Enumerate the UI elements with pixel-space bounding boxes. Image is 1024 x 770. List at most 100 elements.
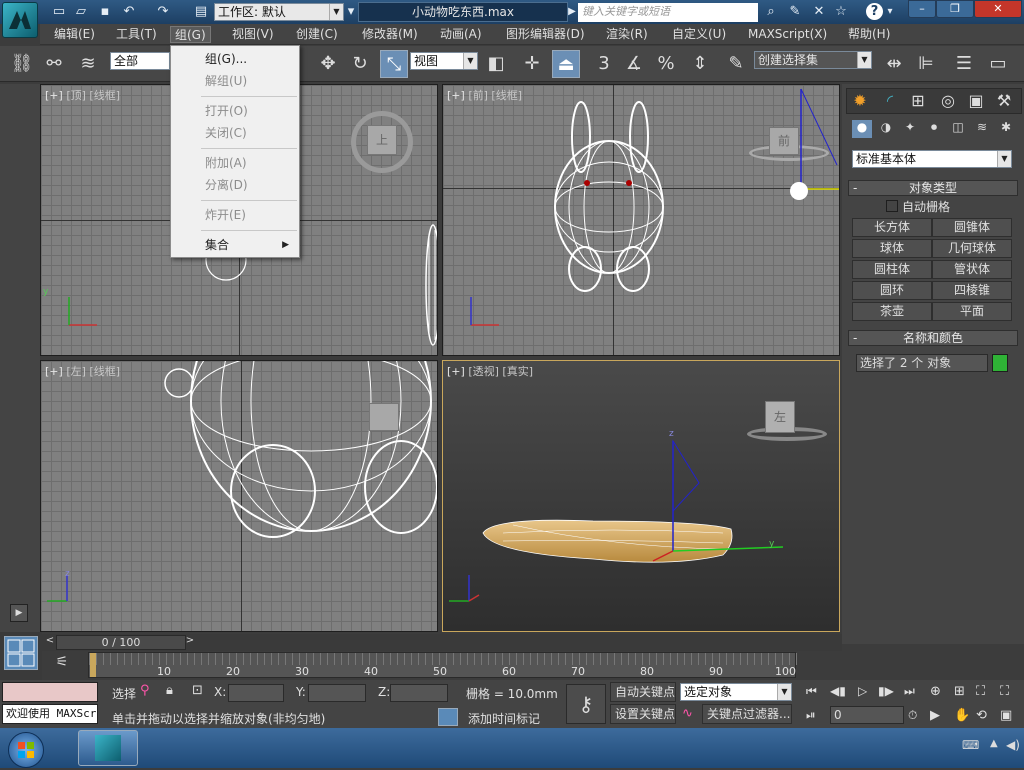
utilities-tab-icon[interactable]: ⚒ bbox=[993, 91, 1015, 111]
box-button[interactable]: 长方体 bbox=[852, 218, 932, 237]
menu-edit[interactable]: 编辑(E) bbox=[50, 26, 99, 43]
tray-arrow-icon[interactable]: ▲ bbox=[990, 738, 1002, 754]
ribbon-toggle-icon[interactable]: ▭ bbox=[984, 50, 1012, 78]
start-button[interactable] bbox=[8, 732, 44, 768]
viewport-perspective[interactable]: [+] [透视] [真实] 左 z y bbox=[442, 360, 840, 632]
pivot-center-icon[interactable]: ◧ bbox=[482, 50, 510, 78]
add-time-tag-button[interactable]: 添加时间标记 bbox=[468, 710, 540, 727]
cameras-icon[interactable]: ⏺ bbox=[924, 120, 944, 138]
viewport-top-label[interactable]: [+] [顶] [线框] bbox=[45, 87, 120, 103]
create-tab-icon[interactable]: ✹ bbox=[849, 91, 871, 111]
viewport-left[interactable]: [+] [左] [线框] z bbox=[40, 360, 438, 632]
named-selection-dropdown[interactable]: 创建选择集 ▼ bbox=[754, 51, 872, 69]
layer-manager-icon[interactable]: ☰ bbox=[950, 50, 978, 78]
shapes-icon[interactable]: ◑ bbox=[876, 120, 896, 138]
isolate-selection-icon[interactable]: ⚲ bbox=[140, 683, 150, 698]
unlink-icon[interactable]: ⚯ bbox=[40, 50, 68, 78]
select-and-scale-icon[interactable]: ⤡ bbox=[380, 50, 408, 78]
redo-icon[interactable]: ↷ bbox=[154, 3, 172, 21]
object-type-rollout[interactable]: - 对象类型 bbox=[848, 180, 1018, 196]
menu-modifiers[interactable]: 修改器(M) bbox=[358, 26, 422, 43]
zoom-icon[interactable]: ⊕ bbox=[930, 684, 941, 699]
y-coordinate-field[interactable] bbox=[308, 684, 366, 702]
menu-item-attach[interactable]: 附加(A) bbox=[173, 153, 297, 173]
menu-views[interactable]: 视图(V) bbox=[228, 26, 278, 43]
reference-coordinate-dropdown[interactable]: 视图 ▼ bbox=[410, 52, 478, 70]
viewcube[interactable] bbox=[369, 403, 399, 431]
zoom-extents-icon[interactable]: ⛶ bbox=[976, 684, 985, 699]
spinner-snap-icon[interactable]: ⇕ bbox=[686, 50, 714, 78]
project-folder-icon[interactable]: ▤ bbox=[192, 3, 210, 21]
maximize-viewport-icon[interactable]: ▣ bbox=[1000, 708, 1012, 723]
workspace-dropdown[interactable]: 工作区: 默认 ▼ bbox=[214, 3, 344, 21]
tube-button[interactable]: 管状体 bbox=[932, 260, 1012, 279]
cone-button[interactable]: 圆锥体 bbox=[932, 218, 1012, 237]
motion-tab-icon[interactable]: ◎ bbox=[937, 91, 959, 111]
time-config-icon[interactable]: ⏱ bbox=[908, 708, 917, 723]
vp-left-mode[interactable]: [线框] bbox=[89, 365, 120, 378]
lights-icon[interactable]: ✦ bbox=[900, 120, 920, 138]
search-input[interactable]: 键入关键字或短语 bbox=[578, 3, 758, 22]
auto-grid-checkbox[interactable] bbox=[886, 200, 898, 212]
exchange-icon[interactable]: ✕ bbox=[810, 3, 828, 21]
prev-frame-icon[interactable]: < bbox=[44, 635, 56, 649]
menu-item-open[interactable]: 打开(O) bbox=[173, 101, 297, 121]
sphere-button[interactable]: 球体 bbox=[852, 239, 932, 258]
select-and-move-icon[interactable]: ✥ bbox=[314, 50, 342, 78]
menu-graph-editors[interactable]: 图形编辑器(D) bbox=[502, 26, 589, 43]
max-logo-icon[interactable] bbox=[2, 2, 38, 38]
expand-panel-icon[interactable]: ▶ bbox=[10, 604, 28, 622]
absolute-mode-icon[interactable]: ⊡ bbox=[192, 683, 203, 698]
vp-persp-name[interactable]: [透视] bbox=[468, 365, 499, 378]
vp-persp-mode[interactable]: [真实] bbox=[502, 365, 533, 378]
spacewarps-icon[interactable]: ≋ bbox=[972, 120, 992, 138]
zoom-extents-all-icon[interactable]: ⛶ bbox=[1000, 684, 1009, 699]
goto-start-icon[interactable]: ⏮ bbox=[806, 684, 817, 699]
play-icon[interactable]: ▷ bbox=[858, 684, 867, 698]
viewcube[interactable]: 上 bbox=[367, 125, 397, 155]
vp-left-plus[interactable]: [+] bbox=[45, 365, 63, 378]
vp-left-name[interactable]: [左] bbox=[66, 365, 86, 378]
z-coordinate-field[interactable] bbox=[390, 684, 448, 702]
x-coordinate-field[interactable] bbox=[228, 684, 284, 702]
field-of-view-icon[interactable]: ▶ bbox=[930, 708, 940, 723]
set-key-button[interactable]: 设置关键点 bbox=[610, 704, 676, 724]
save-file-icon[interactable]: ▪ bbox=[96, 3, 114, 21]
menu-group[interactable]: 组(G) bbox=[170, 26, 211, 43]
systems-icon[interactable]: ✱ bbox=[996, 120, 1016, 138]
menu-item-close[interactable]: 关闭(C) bbox=[173, 123, 297, 143]
viewport-layout-icon[interactable] bbox=[4, 636, 38, 670]
display-tab-icon[interactable]: ▣ bbox=[965, 91, 987, 111]
modify-tab-icon[interactable]: ◜ bbox=[879, 91, 901, 111]
auto-key-button[interactable]: 自动关键点 bbox=[610, 682, 676, 702]
taskbar-3dsmax-button[interactable] bbox=[78, 730, 138, 766]
undo-icon[interactable]: ↶ bbox=[120, 3, 138, 21]
percent-snap-icon[interactable]: % bbox=[652, 50, 680, 78]
angle-snap-icon[interactable]: ∡ bbox=[620, 50, 648, 78]
menu-item-ungroup[interactable]: 解组(U) bbox=[173, 71, 297, 91]
vp-front-plus[interactable]: [+] bbox=[447, 89, 465, 102]
vp-persp-plus[interactable]: [+] bbox=[447, 365, 465, 378]
primitive-category-dropdown[interactable]: 标准基本体 ▼ bbox=[852, 150, 1012, 168]
vp-front-mode[interactable]: [线框] bbox=[491, 89, 522, 102]
minimize-button[interactable]: – bbox=[908, 0, 936, 18]
orbit-icon[interactable]: ⟲ bbox=[976, 708, 987, 723]
hierarchy-tab-icon[interactable]: ⊞ bbox=[907, 91, 929, 111]
open-file-icon[interactable]: ▱ bbox=[72, 3, 90, 21]
menu-maxscript[interactable]: MAXScript(X) bbox=[744, 26, 831, 43]
current-frame-field[interactable]: 0 bbox=[830, 706, 904, 724]
menu-item-group[interactable]: 组(G)... bbox=[173, 49, 297, 69]
snaps-toggle-icon[interactable]: 3 bbox=[590, 50, 618, 78]
viewport-persp-label[interactable]: [+] [透视] [真实] bbox=[447, 363, 533, 379]
menu-item-assembly[interactable]: 集合 ▶ bbox=[173, 235, 297, 255]
vp-top-plus[interactable]: [+] bbox=[45, 89, 63, 102]
wrench-icon[interactable]: ✎ bbox=[786, 3, 804, 21]
menu-customize[interactable]: 自定义(U) bbox=[668, 26, 730, 43]
key-filters-button[interactable]: 关键点过滤器... bbox=[702, 704, 792, 724]
current-frame-marker[interactable] bbox=[90, 653, 96, 677]
bind-space-warp-icon[interactable]: ≋ bbox=[74, 50, 102, 78]
next-key-icon[interactable]: ▮▶ bbox=[878, 684, 894, 698]
mirror-icon[interactable]: ⇹ bbox=[880, 50, 908, 78]
viewport-front[interactable]: [+] [前] [线框] 前 bbox=[442, 84, 840, 356]
select-and-rotate-icon[interactable]: ↻ bbox=[346, 50, 374, 78]
